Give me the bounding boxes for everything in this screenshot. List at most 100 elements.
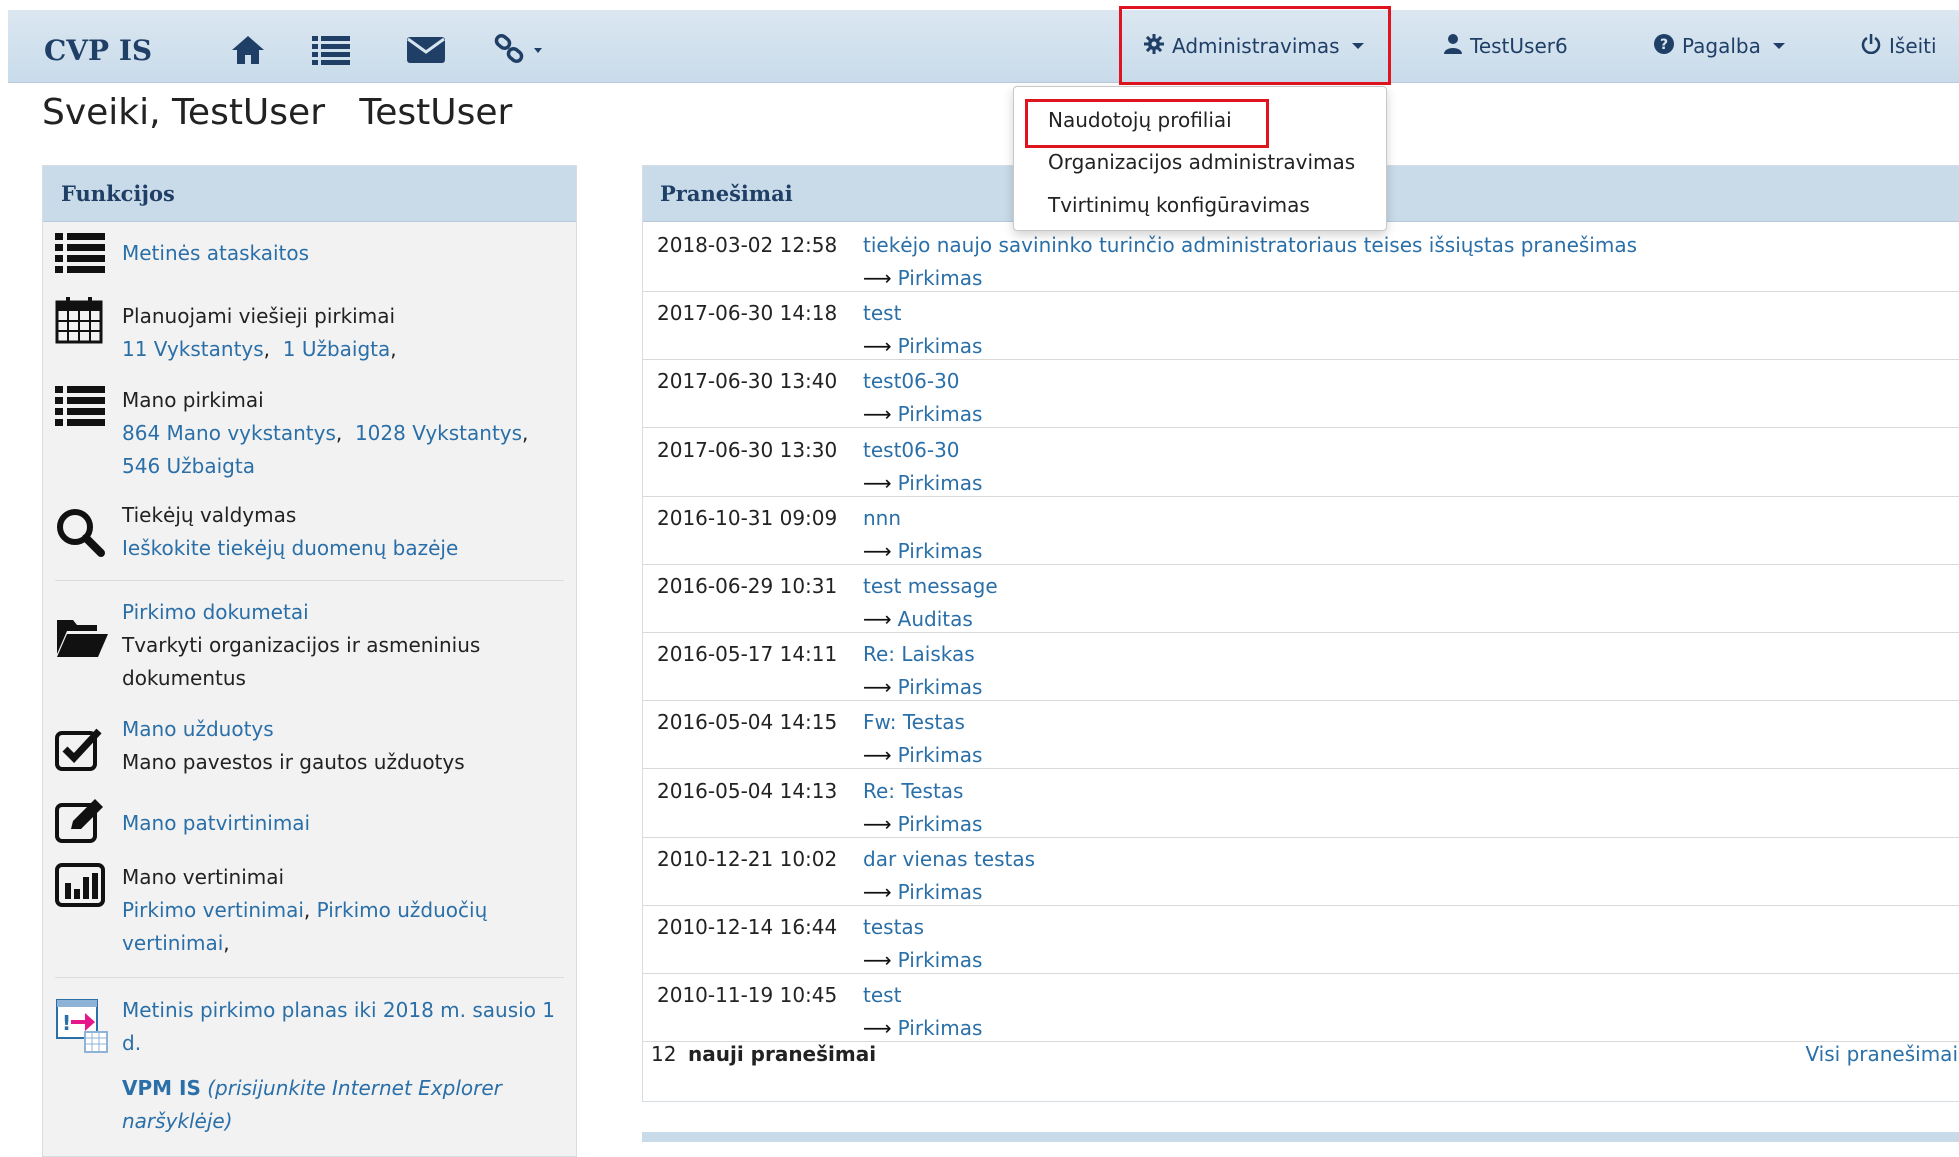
edit-icon <box>55 799 107 847</box>
completed-link[interactable]: 546 Užbaigta <box>122 454 255 478</box>
ongoing-link[interactable]: 1028 Vykstantys <box>355 421 522 445</box>
new-messages-count: 12 <box>651 1042 677 1066</box>
logout-label: Išeiti <box>1889 34 1937 58</box>
arrow-right-icon: ⟶ <box>863 266 892 290</box>
message-date: 2017-06-30 13:30 <box>657 437 838 462</box>
message-category: ⟶ Pirkimas <box>863 743 982 767</box>
help-menu[interactable]: ? Pagalba <box>1654 10 1785 82</box>
message-row: 2016-05-17 14:11 Re: Laiskas ⟶ Pirkimas <box>643 632 1959 702</box>
annual-plan-link[interactable]: Metinis pirkimo planas iki 2018 m. sausi… <box>122 998 555 1055</box>
message-title-link[interactable]: test <box>863 983 901 1007</box>
list-icon <box>55 384 105 430</box>
message-title-link[interactable]: testas <box>863 915 924 939</box>
message-title-link[interactable]: test <box>863 301 901 325</box>
arrow-right-icon: ⟶ <box>863 470 892 495</box>
help-label: Pagalba <box>1682 34 1761 58</box>
arrow-right-icon: ⟶ <box>863 948 892 972</box>
my-ongoing-link[interactable]: 864 Mano vykstantys <box>122 421 336 445</box>
message-title-link[interactable]: Fw: Testas <box>863 710 965 734</box>
approvals-link[interactable]: Mano patvirtinimai <box>122 811 310 835</box>
purchase-ratings-link[interactable]: Pirkimo vertinimai <box>122 898 304 922</box>
message-category-link[interactable]: Pirkimas <box>898 539 983 563</box>
calendar-icon <box>55 296 103 348</box>
documents-link[interactable]: Pirkimo dokumetai <box>122 600 309 624</box>
functions-panel-title: Funkcijos <box>43 166 576 222</box>
list-icon[interactable] <box>312 34 350 66</box>
logout-button[interactable]: Išeiti <box>1861 10 1937 82</box>
message-category-link[interactable]: Pirkimas <box>898 334 983 358</box>
suppliers-search-link[interactable]: Ieškokite tiekėjų duomenų bazėje <box>122 536 458 560</box>
planned-completed-link[interactable]: 1 Užbaigta <box>283 337 391 361</box>
message-category-link[interactable]: Pirkimas <box>898 948 983 972</box>
all-messages-link[interactable]: Visi pranešimai <box>1805 1042 1958 1066</box>
message-date: 2016-10-31 09:09 <box>657 505 838 530</box>
divider <box>55 580 564 581</box>
message-date: 2016-05-04 14:13 <box>657 778 838 803</box>
bar-chart-icon <box>55 863 105 911</box>
arrow-right-icon: ⟶ <box>863 402 892 427</box>
arrow-right-icon: ⟶ <box>863 879 892 904</box>
message-row: 2016-10-31 09:09 nnn ⟶ Pirkimas <box>643 496 1959 565</box>
message-title-link[interactable]: test message <box>863 574 998 598</box>
menu-item-organization-admin[interactable]: Organizacijos administravimas <box>1048 150 1355 174</box>
message-category: ⟶ Pirkimas <box>863 1016 982 1040</box>
power-icon <box>1861 33 1881 59</box>
message-category: ⟶ Pirkimas <box>863 812 982 836</box>
message-date: 2010-12-21 10:02 <box>657 846 838 871</box>
message-row: 2016-05-04 14:15 Fw: Testas ⟶ Pirkimas <box>643 700 1959 770</box>
brand-logo[interactable]: CVP IS <box>44 34 152 67</box>
documents-description: Tvarkyti organizacijos ir asmeninius dok… <box>122 633 481 690</box>
message-category: ⟶ Pirkimas <box>863 948 982 972</box>
tasks-link[interactable]: Mano užduotys <box>122 717 274 741</box>
plan-import-icon: ! <box>55 998 111 1058</box>
message-title-link[interactable]: test06-30 <box>863 438 960 462</box>
message-category-link[interactable]: Pirkimas <box>898 743 983 767</box>
list-icon <box>55 231 105 277</box>
home-icon[interactable] <box>230 34 266 66</box>
message-category: ⟶ Pirkimas <box>863 402 982 426</box>
message-title-link[interactable]: Re: Laiskas <box>863 642 975 666</box>
message-category-link[interactable]: Pirkimas <box>898 402 983 426</box>
top-navbar: CVP IS Administravimas TestUser6 ? Pagal… <box>8 10 1959 83</box>
planned-ongoing-link[interactable]: 11 Vykstantys <box>122 337 264 361</box>
arrow-right-icon: ⟶ <box>863 675 892 700</box>
arrow-right-icon: ⟶ <box>863 811 892 836</box>
my-purchases-title: Mano pirkimai <box>122 388 264 412</box>
message-title-link[interactable]: tiekėjo naujo savininko turinčio adminis… <box>863 233 1637 257</box>
message-title-link[interactable]: nnn <box>863 506 901 530</box>
message-category-link[interactable]: Pirkimas <box>898 266 983 290</box>
arrow-right-icon: ⟶ <box>863 607 892 631</box>
link-settings-icon[interactable] <box>494 34 548 66</box>
message-category-link[interactable]: Pirkimas <box>898 675 983 699</box>
message-category-link[interactable]: Pirkimas <box>898 880 983 904</box>
suppliers-title: Tiekėjų valdymas <box>122 503 297 527</box>
arrow-right-icon: ⟶ <box>863 743 892 768</box>
user-menu[interactable]: TestUser6 <box>1444 10 1568 82</box>
menu-item-approvals-config[interactable]: Tvirtinimų konfigūravimas <box>1048 193 1310 217</box>
message-category: ⟶ Pirkimas <box>863 266 982 290</box>
question-circle-icon: ? <box>1654 33 1674 59</box>
message-date: 2018-03-02 12:58 <box>657 233 838 257</box>
message-row: 2018-03-02 12:58 tiekėjo naujo savininko … <box>643 223 1959 292</box>
messages-panel: Pranešimai 2018-03-02 12:58 tiekėjo naujo… <box>642 165 1959 1102</box>
message-category-link[interactable]: Pirkimas <box>898 812 983 836</box>
user-profiles-highlight <box>1025 99 1269 148</box>
message-category-link[interactable]: Auditas <box>898 607 973 631</box>
message-category: ⟶ Pirkimas <box>863 471 982 495</box>
message-date: 2016-05-17 14:11 <box>657 642 838 667</box>
divider <box>55 977 564 978</box>
annual-reports-link[interactable]: Metinės ataskaitos <box>122 241 309 265</box>
message-category-link[interactable]: Pirkimas <box>898 471 983 495</box>
arrow-right-icon: ⟶ <box>863 1016 892 1041</box>
message-category: ⟶ Pirkimas <box>863 880 982 904</box>
envelope-icon[interactable] <box>406 34 446 66</box>
message-title-link[interactable]: Re: Testas <box>863 779 963 803</box>
message-category-link[interactable]: Pirkimas <box>898 1016 983 1040</box>
message-title-link[interactable]: test06-30 <box>863 369 960 393</box>
message-date: 2017-06-30 14:18 <box>657 301 838 326</box>
vpm-is-link[interactable]: VPM IS <box>122 1076 201 1100</box>
functions-panel: Funkcijos Metinės ataskaitos Planuojami … <box>42 165 577 1157</box>
message-title-link[interactable]: dar vienas testas <box>863 847 1035 871</box>
message-row: 2017-06-30 13:40 test06-30 ⟶ Pirkimas <box>643 359 1959 429</box>
message-date: 2010-11-19 10:45 <box>657 983 838 1008</box>
